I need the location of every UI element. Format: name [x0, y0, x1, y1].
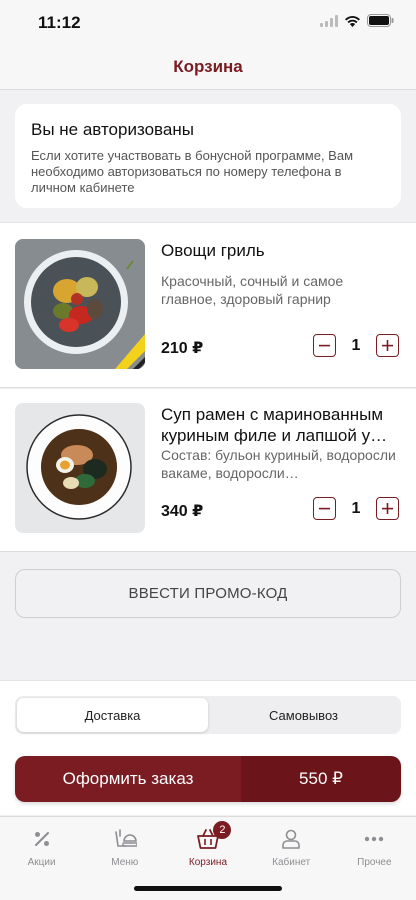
cart-item[interactable]: Овощи гриль Красочный, сочный и самое гл…	[0, 222, 416, 388]
tab-promotions[interactable]: Акции	[0, 817, 83, 900]
decrease-quantity-button[interactable]	[313, 334, 336, 357]
product-price: 210 ₽	[161, 340, 204, 357]
tab-label: Меню	[111, 857, 139, 868]
signal-icon	[320, 14, 338, 27]
tab-bar: Акции Меню 2 Корзина Кабинет Прочее	[0, 816, 416, 900]
wifi-icon	[345, 15, 360, 27]
product-price: 340 ₽	[161, 503, 204, 520]
promo-code-button[interactable]: ВВЕСТИ ПРОМО-КОД	[15, 569, 401, 618]
minus-icon	[319, 507, 330, 510]
page-title: Корзина	[173, 56, 243, 76]
plus-icon	[382, 340, 393, 351]
navigation-bar: Корзина	[0, 44, 416, 90]
tab-label: Кабинет	[272, 857, 311, 868]
tab-label: Прочее	[357, 857, 392, 868]
status-icons	[320, 14, 394, 27]
quantity-value: 1	[351, 336, 361, 354]
plus-icon	[382, 503, 393, 514]
status-time: 11:12	[38, 13, 81, 32]
user-icon	[278, 826, 304, 852]
order-total: 550 ₽	[241, 756, 401, 802]
checkout-button-label: Оформить заказ	[15, 756, 241, 802]
auth-notice-title: Вы не авторизованы	[31, 120, 194, 139]
cart-item[interactable]: Суп рамен с маринованным куриным филе и …	[0, 389, 416, 552]
tab-label: Корзина	[188, 857, 228, 868]
status-bar: 11:12	[0, 0, 416, 44]
decrease-quantity-button[interactable]	[313, 497, 336, 520]
cart-count-badge: 2	[213, 821, 232, 839]
checkout-panel: Доставка Самовывоз Оформить заказ 550 ₽	[0, 680, 416, 815]
quantity-stepper: 1	[313, 334, 399, 357]
percent-icon	[29, 826, 55, 852]
home-indicator[interactable]	[134, 886, 282, 891]
tab-label: Акции	[27, 857, 56, 868]
menu-dish-icon	[112, 826, 138, 852]
product-description: Красочный, сочный и самое главное, здоро…	[161, 273, 344, 307]
increase-quantity-button[interactable]	[376, 334, 399, 357]
delivery-method-toggle: Доставка Самовывоз	[15, 696, 401, 734]
battery-icon	[367, 14, 394, 27]
product-image-ramen-soup[interactable]	[15, 403, 145, 533]
pickup-option[interactable]: Самовывоз	[208, 698, 399, 732]
delivery-option[interactable]: Доставка	[17, 698, 208, 732]
product-description: Состав: бульон куриный, водоросли вакаме…	[161, 447, 396, 481]
product-name: Суп рамен с маринованным куриным филе и …	[161, 405, 388, 445]
more-icon	[361, 826, 387, 852]
quantity-value: 1	[351, 499, 361, 517]
minus-icon	[319, 344, 330, 347]
product-image-grilled-vegetables[interactable]	[15, 239, 145, 369]
auth-notice-text: Если хотите участвовать в бонусной прогр…	[31, 148, 354, 195]
product-name: Овощи гриль	[161, 241, 265, 260]
checkout-button[interactable]: Оформить заказ 550 ₽	[15, 756, 401, 802]
tab-more[interactable]: Прочее	[333, 817, 416, 900]
increase-quantity-button[interactable]	[376, 497, 399, 520]
quantity-stepper: 1	[313, 497, 399, 520]
auth-notice-card[interactable]: Вы не авторизованы Если хотите участвова…	[15, 104, 401, 208]
